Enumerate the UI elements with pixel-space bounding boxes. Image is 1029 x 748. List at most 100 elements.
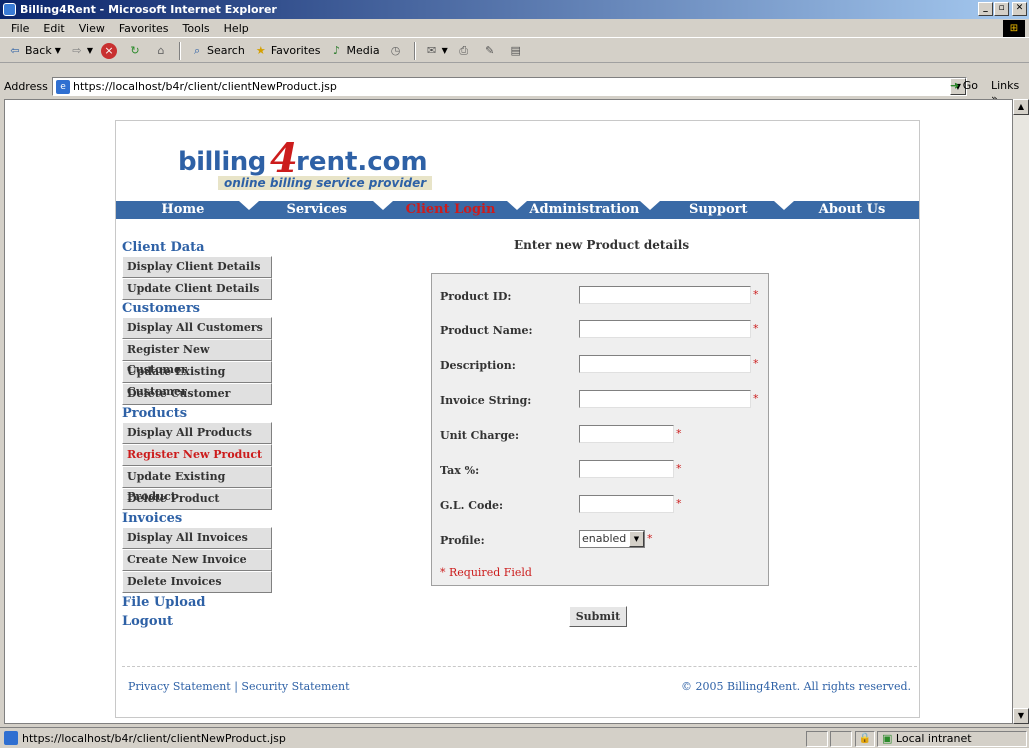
discuss-button[interactable]: ▤ (505, 43, 529, 59)
print-button[interactable]: ⎙ (453, 43, 477, 59)
invoice-string-label: Invoice String: (440, 394, 532, 407)
windows-logo-icon: ⊞ (1003, 20, 1025, 37)
file-upload-link[interactable]: File Upload (122, 593, 277, 612)
description-label: Description: (440, 359, 516, 372)
nav-about-us[interactable]: About Us (785, 201, 919, 219)
logout-link[interactable]: Logout (122, 612, 277, 631)
home-icon: ⌂ (157, 43, 165, 57)
sidebar-item-display-all-customers[interactable]: Display All Customers (122, 317, 272, 339)
site-logo[interactable]: billing 4 rent.com online billing servic… (178, 135, 478, 195)
sidebar-item-display-client-details[interactable]: Display Client Details (122, 256, 272, 278)
submit-button[interactable]: Submit (569, 606, 627, 627)
nav-client-login[interactable]: Client Login (384, 201, 518, 219)
address-url: https://localhost/b4r/client/clientNewPr… (73, 80, 337, 93)
refresh-icon: ↻ (130, 43, 140, 57)
footer-divider (122, 666, 917, 667)
mail-button[interactable]: ✉ ▼ (421, 43, 451, 59)
forward-arrow-icon: ⇨ (72, 43, 82, 57)
section-products[interactable]: Products (122, 405, 277, 422)
search-button[interactable]: ⌕ Search (186, 43, 248, 59)
menu-edit[interactable]: Edit (36, 22, 71, 35)
sidebar-item-register-new-customer[interactable]: Register New Customer (122, 339, 272, 376)
sidebar-item-display-all-products[interactable]: Display All Products (122, 422, 272, 444)
go-button[interactable]: ➜ Go (950, 79, 978, 92)
sidebar-item-delete-invoices[interactable]: Delete Invoices (122, 571, 272, 593)
menu-help[interactable]: Help (217, 22, 256, 35)
tax-label: Tax %: (440, 464, 480, 477)
section-invoices[interactable]: Invoices (122, 510, 277, 527)
site-tagline: online billing service provider (218, 176, 433, 190)
maximize-button[interactable]: ▫ (994, 2, 1009, 16)
sidebar-item-create-new-invoice[interactable]: Create New Invoice (122, 549, 272, 571)
mail-icon: ✉ (426, 43, 437, 57)
history-button[interactable]: ◷ (385, 43, 409, 59)
sidebar-item-update-existing-product[interactable]: Update Existing Product (122, 466, 272, 503)
form-row-product-name: Product Name: * (432, 320, 770, 342)
form-row-product-id: Product ID: * (432, 286, 770, 308)
edit-button[interactable]: ✎ (479, 43, 503, 59)
nav-services[interactable]: Services (250, 201, 384, 219)
stop-button[interactable]: × (98, 42, 122, 59)
menu-tools[interactable]: Tools (176, 22, 217, 35)
status-pane (830, 731, 852, 747)
window-titlebar: Billing4Rent - Microsoft Internet Explor… (0, 0, 1029, 19)
ie-icon (3, 3, 16, 16)
sidebar-item-delete-product[interactable]: Delete Product (122, 488, 272, 510)
back-dropdown-icon: ▼ (54, 46, 61, 55)
chevron-down-icon: ▼ (629, 531, 644, 547)
tax-input[interactable] (579, 460, 674, 478)
sidebar-item-delete-customer[interactable]: Delete Customer (122, 383, 272, 405)
form-row-invoice-string: Invoice String: * (432, 390, 770, 412)
media-icon: ♪ (333, 43, 341, 57)
unit-charge-input[interactable] (579, 425, 674, 443)
vertical-scrollbar[interactable]: ▲ ▼ (1013, 99, 1029, 724)
sidebar-item-display-all-invoices[interactable]: Display All Invoices (122, 527, 272, 549)
refresh-button[interactable]: ↻ (124, 43, 148, 59)
close-button[interactable]: ✕ (1012, 2, 1027, 16)
menu-view[interactable]: View (72, 22, 112, 35)
nav-home[interactable]: Home (116, 201, 250, 219)
section-customers[interactable]: Customers (122, 300, 277, 317)
favorites-button[interactable]: ★ Favorites (250, 43, 324, 59)
search-icon: ⌕ (193, 43, 201, 57)
required-field-note: * Required Field (440, 566, 532, 579)
address-label: Address (4, 80, 48, 93)
form-row-profile: Profile: enabled ▼ * (432, 530, 770, 552)
product-id-label: Product ID: (440, 290, 512, 303)
sidebar-item-update-existing-customer[interactable]: Update Existing Customer (122, 361, 272, 398)
back-arrow-icon: ⇦ (10, 43, 20, 57)
intranet-icon: ▣ (882, 732, 893, 745)
nav-divider (239, 201, 259, 210)
minimize-button[interactable]: _ (978, 2, 993, 16)
menu-bar: File Edit View Favorites Tools Help (0, 19, 1029, 38)
forward-button[interactable]: ⇨ ▼ (66, 43, 96, 59)
sidebar-item-register-new-product[interactable]: Register New Product (122, 444, 272, 466)
gl-code-input[interactable] (579, 495, 674, 513)
product-id-input[interactable] (579, 286, 751, 304)
toolbar: ⇦ Back ▼ ⇨ ▼ × ↻ ⌂ ⌕ Search ★ Favorites ♪ Medi… (0, 39, 1029, 63)
nav-divider (774, 201, 794, 210)
back-button[interactable]: ⇦ Back ▼ (4, 43, 64, 59)
description-input[interactable] (579, 355, 751, 373)
forward-dropdown-icon: ▼ (86, 46, 94, 55)
nav-administration[interactable]: Administration (517, 201, 651, 219)
home-button[interactable]: ⌂ (150, 43, 174, 59)
profile-select[interactable]: enabled ▼ (579, 530, 645, 548)
product-form: Product ID: * Product Name: * Descriptio… (431, 273, 769, 586)
scroll-up-icon[interactable]: ▲ (1013, 99, 1029, 115)
address-input[interactable]: e https://localhost/b4r/client/clientNew… (52, 77, 967, 96)
menu-file[interactable]: File (4, 22, 36, 35)
sidebar-item-update-client-details[interactable]: Update Client Details (122, 278, 272, 300)
menu-favorites[interactable]: Favorites (112, 22, 176, 35)
nav-support[interactable]: Support (651, 201, 785, 219)
footer-links[interactable]: Privacy Statement | Security Statement (128, 680, 350, 693)
section-client-data[interactable]: Client Data (122, 239, 277, 256)
product-name-input[interactable] (579, 320, 751, 338)
form-row-tax: Tax %: * (432, 460, 770, 482)
invoice-string-input[interactable] (579, 390, 751, 408)
go-arrow-icon: ➜ (950, 79, 960, 92)
media-button[interactable]: ♪ Media (326, 43, 383, 59)
profile-label: Profile: (440, 534, 485, 547)
scroll-down-icon[interactable]: ▼ (1013, 708, 1029, 724)
lock-icon: 🔒 (855, 731, 875, 747)
